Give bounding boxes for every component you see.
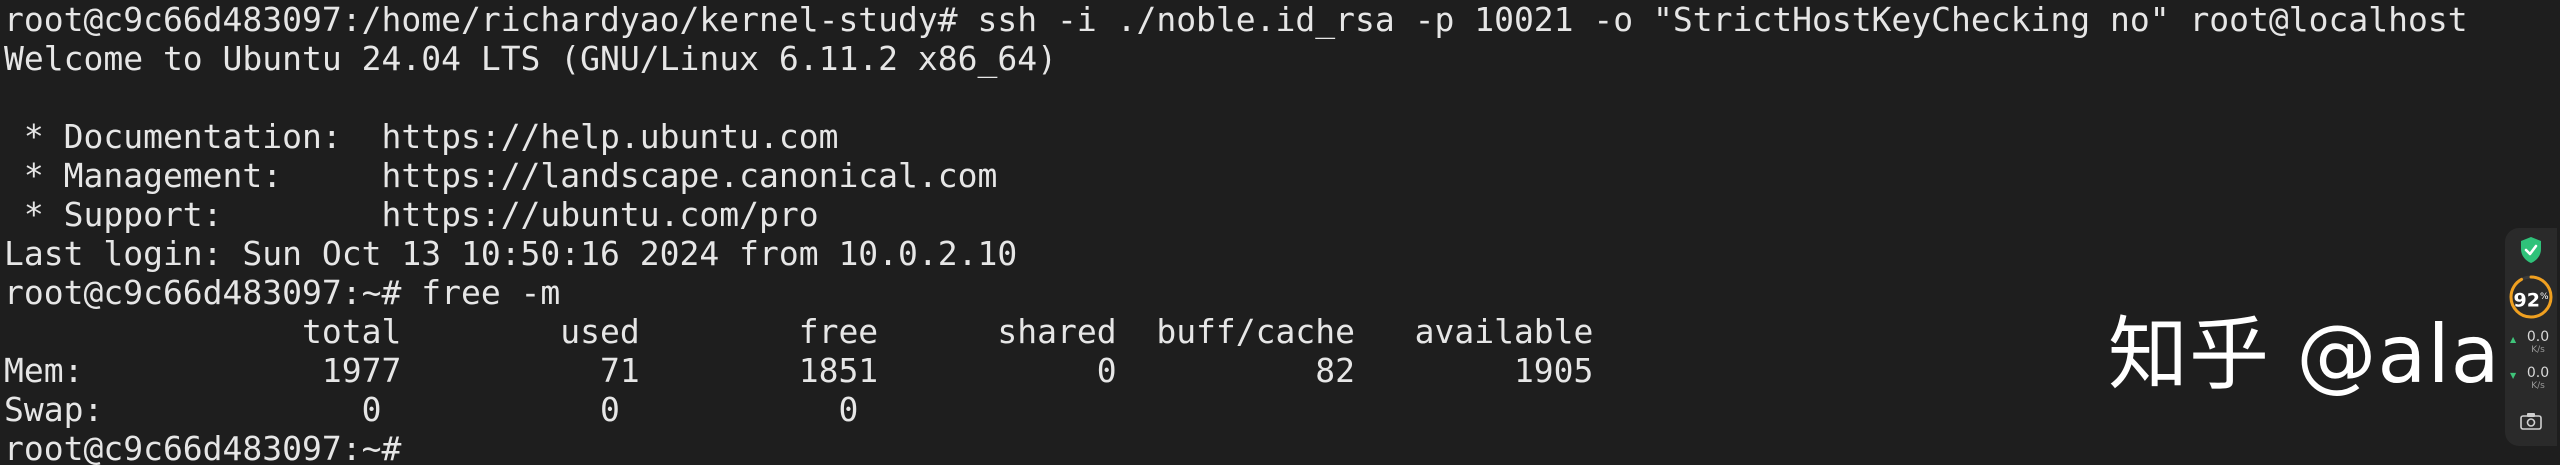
terminal-line-ssh-command: root@c9c66d483097:/home/richardyao/kerne… <box>4 0 2468 39</box>
terminal-line-prompt[interactable]: root@c9c66d483097:~# <box>4 429 2474 465</box>
terminal-line-documentation: * Documentation: https://help.ubuntu.com <box>4 117 839 156</box>
upload-speed-value: 0.0 <box>2526 329 2550 345</box>
cpu-percent-unit: % <box>2539 292 2549 302</box>
download-speed-unit: K/s <box>2531 381 2545 391</box>
zhihu-watermark: 知乎 @alai <box>2108 308 2524 401</box>
shield-check-icon[interactable] <box>2519 236 2543 264</box>
cpu-gauge[interactable]: 92% <box>2508 274 2554 320</box>
terminal-output[interactable]: root@c9c66d483097:/home/richardyao/kerne… <box>4 0 2474 465</box>
terminal-line-free-swap: Swap: 0 0 0 <box>4 390 859 429</box>
cpu-percent-value: 92 <box>2513 289 2540 312</box>
system-monitor-widget[interactable]: 92% ▲ 0.0 K/s ▼ 0.0 K/s <box>2505 228 2557 446</box>
terminal-line-welcome: Welcome to Ubuntu 24.04 LTS (GNU/Linux 6… <box>4 39 1057 78</box>
camera-icon[interactable] <box>2520 412 2542 430</box>
cpu-percent-label: 92% <box>2508 274 2554 320</box>
terminal-line-free-command: root@c9c66d483097:~# free -m <box>4 273 561 312</box>
upload-speed: ▲ 0.0 K/s <box>2507 329 2555 359</box>
terminal-line-support: * Support: https://ubuntu.com/pro <box>4 195 819 234</box>
upload-arrow-icon: ▲ <box>2510 335 2517 344</box>
download-speed: ▼ 0.0 K/s <box>2507 365 2555 395</box>
upload-speed-unit: K/s <box>2531 345 2545 355</box>
terminal-line-management: * Management: https://landscape.canonica… <box>4 156 998 195</box>
terminal-line-last-login: Last login: Sun Oct 13 10:50:16 2024 fro… <box>4 234 1018 273</box>
download-arrow-icon: ▼ <box>2510 371 2517 380</box>
terminal-line-free-mem: Mem: 1977 71 1851 0 82 1905 <box>4 351 1594 390</box>
terminal-line-free-header: total used free shared buff/cache availa… <box>4 312 1594 351</box>
download-speed-value: 0.0 <box>2526 365 2550 381</box>
